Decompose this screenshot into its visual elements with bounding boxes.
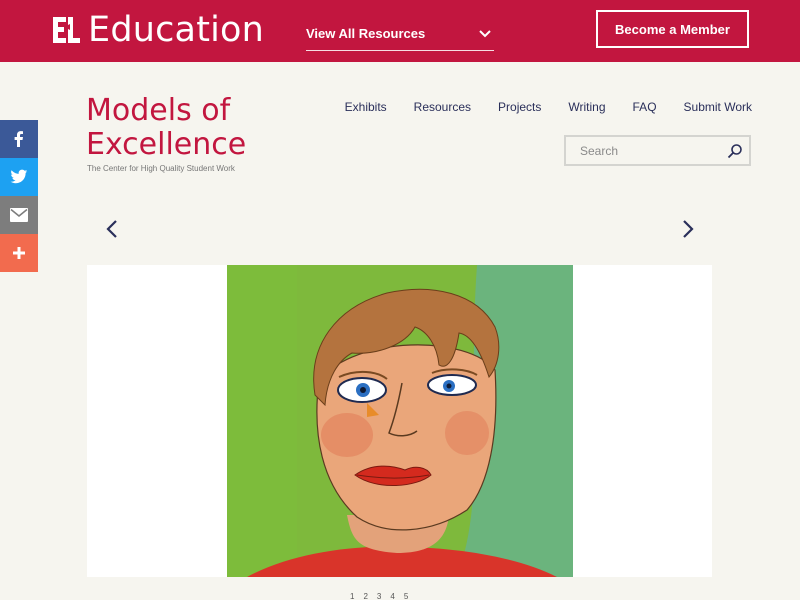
nav-item-writing[interactable]: Writing — [568, 99, 605, 115]
main-nav: Exhibits Resources Projects Writing FAQ … — [345, 99, 752, 115]
search-icon[interactable] — [727, 143, 743, 159]
share-email-button[interactable] — [0, 196, 38, 234]
chevron-right-icon[interactable] — [676, 218, 698, 240]
carousel-dot[interactable]: 5 — [404, 593, 408, 600]
carousel-dot[interactable]: 1 — [350, 593, 354, 600]
twitter-icon — [10, 169, 28, 184]
brand-name[interactable]: Education — [88, 9, 264, 51]
email-icon — [10, 208, 28, 222]
carousel-dot[interactable]: 4 — [390, 593, 394, 600]
site-title-line2: Excellence — [86, 127, 247, 162]
el-logo-icon[interactable] — [50, 14, 82, 46]
top-bar: Education View All Resources Become a Me… — [0, 0, 800, 62]
carousel-dot[interactable]: 3 — [377, 593, 381, 600]
carousel-slide — [87, 265, 712, 577]
nav-item-resources[interactable]: Resources — [414, 99, 471, 115]
student-portrait-artwork[interactable] — [227, 265, 573, 577]
site-logo[interactable]: Models of Excellence The Center for High… — [86, 93, 247, 174]
site-tagline: The Center for High Quality Student Work — [87, 164, 235, 173]
nav-item-faq[interactable]: FAQ — [633, 99, 657, 115]
site-title-line1: Models of — [86, 93, 231, 128]
search-box — [564, 135, 751, 166]
nav-item-exhibits[interactable]: Exhibits — [345, 99, 387, 115]
share-rail — [0, 120, 38, 272]
nav-item-projects[interactable]: Projects — [498, 99, 541, 115]
nav-item-submit-work[interactable]: Submit Work — [684, 99, 752, 115]
become-member-button[interactable]: Become a Member — [596, 10, 749, 48]
share-facebook-button[interactable] — [0, 120, 38, 158]
carousel-dots: 1 2 3 4 5 — [350, 593, 408, 600]
facebook-icon — [14, 131, 23, 147]
search-input[interactable] — [566, 137, 716, 164]
plus-icon — [13, 247, 25, 259]
view-all-resources-dropdown[interactable]: View All Resources — [306, 18, 494, 51]
chevron-left-icon[interactable] — [102, 218, 124, 240]
share-more-button[interactable] — [0, 234, 38, 272]
view-all-resources-label: View All Resources — [306, 26, 426, 41]
share-twitter-button[interactable] — [0, 158, 38, 196]
chevron-down-icon — [479, 30, 491, 38]
carousel-dot[interactable]: 2 — [363, 593, 367, 600]
